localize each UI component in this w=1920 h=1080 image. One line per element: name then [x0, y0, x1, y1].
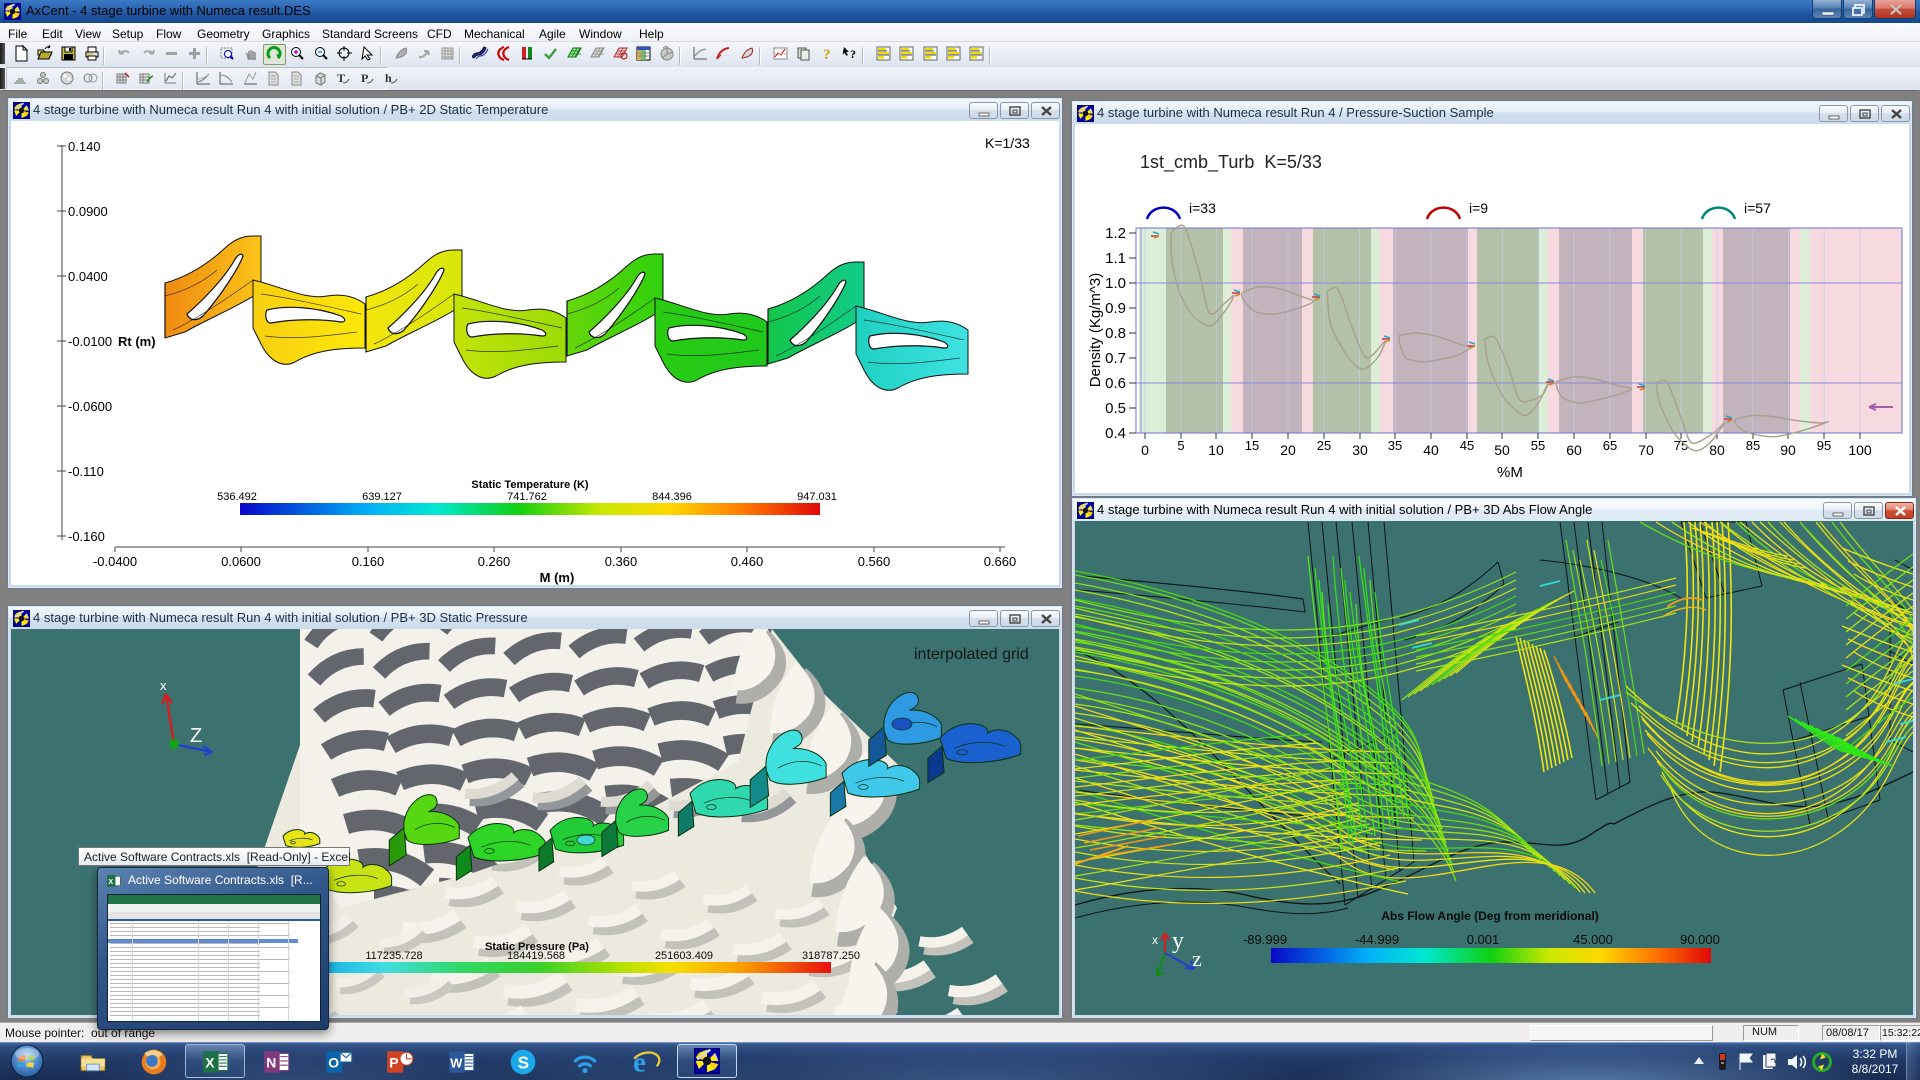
svg-text:%M: %M — [1497, 464, 1523, 481]
svg-text:35: 35 — [1388, 438, 1402, 453]
svg-text:844.396: 844.396 — [652, 491, 692, 503]
svg-text:M (m): M (m) — [540, 570, 575, 585]
svg-text:W: W — [450, 1055, 463, 1070]
svg-text:0.6: 0.6 — [1105, 375, 1126, 392]
svg-text:-0.0100: -0.0100 — [68, 334, 112, 349]
svg-text:y: y — [1172, 928, 1184, 954]
svg-text:95: 95 — [1817, 438, 1831, 453]
svg-text:-44.999: -44.999 — [1355, 932, 1399, 947]
svg-text:interpolated grid: interpolated grid — [914, 646, 1029, 663]
svg-text:0.140: 0.140 — [68, 139, 101, 154]
svg-text:0.360: 0.360 — [605, 554, 638, 569]
svg-text:251603.409: 251603.409 — [655, 950, 713, 962]
svg-text:N: N — [266, 1054, 276, 1070]
svg-text:741.762: 741.762 — [507, 491, 547, 503]
svg-text:25: 25 — [1317, 438, 1331, 453]
svg-text:5: 5 — [1177, 438, 1184, 453]
svg-text:Rt (m): Rt (m) — [118, 334, 156, 349]
svg-text:0.260: 0.260 — [478, 554, 511, 569]
svg-text:x: x — [160, 678, 167, 693]
svg-text:X: X — [108, 877, 113, 886]
svg-text:Static Temperature (K): Static Temperature (K) — [471, 479, 588, 491]
svg-text:Density (Kg/m^3): Density (Kg/m^3) — [1087, 273, 1104, 388]
svg-text:0.001: 0.001 — [1467, 932, 1500, 947]
svg-text:0.0600: 0.0600 — [221, 554, 261, 569]
svg-text:0.4: 0.4 — [1105, 425, 1126, 442]
svg-text:i=33: i=33 — [1189, 200, 1216, 216]
svg-text:1.0: 1.0 — [1105, 275, 1126, 292]
svg-text:0.5: 0.5 — [1105, 400, 1126, 417]
svg-text:i=9: i=9 — [1469, 200, 1488, 216]
svg-text:0.9: 0.9 — [1105, 300, 1126, 317]
svg-text:?: ? — [850, 47, 856, 61]
svg-text:40: 40 — [1423, 442, 1439, 458]
svg-text:-89.999: -89.999 — [1243, 932, 1287, 947]
svg-text:0.160: 0.160 — [352, 554, 385, 569]
svg-text:Abs Flow Angle (Deg from merid: Abs Flow Angle (Deg from meridional) — [1381, 909, 1599, 923]
svg-text:-0.110: -0.110 — [68, 464, 104, 479]
svg-text:x: x — [1152, 933, 1158, 947]
svg-text:0.0900: 0.0900 — [68, 204, 108, 219]
svg-text:P: P — [389, 1054, 398, 1070]
svg-text:20: 20 — [1280, 442, 1296, 458]
svg-text:1st_cmb_Turb K=5/33: 1st_cmb_Turb K=5/33 — [1140, 152, 1322, 173]
svg-text:80: 80 — [1709, 442, 1725, 458]
svg-text:184419.568: 184419.568 — [507, 950, 565, 962]
svg-text:-0.0400: -0.0400 — [93, 554, 137, 569]
svg-text:0.560: 0.560 — [858, 554, 891, 569]
svg-text:70: 70 — [1638, 442, 1654, 458]
svg-text:h: h — [385, 71, 392, 85]
svg-text:30: 30 — [1352, 442, 1368, 458]
svg-text:0.660: 0.660 — [984, 554, 1017, 569]
svg-text:639.127: 639.127 — [362, 491, 402, 503]
svg-text:90.000: 90.000 — [1680, 932, 1720, 947]
svg-text:536.492: 536.492 — [217, 491, 257, 503]
svg-text:947.031: 947.031 — [797, 491, 837, 503]
svg-text:45.000: 45.000 — [1573, 932, 1613, 947]
svg-text:90: 90 — [1780, 442, 1796, 458]
svg-text:0: 0 — [1141, 442, 1149, 458]
svg-text:45: 45 — [1460, 438, 1474, 453]
svg-text:S: S — [518, 1052, 529, 1072]
svg-text:318787.250: 318787.250 — [802, 950, 860, 962]
svg-text:-0.160: -0.160 — [68, 529, 105, 544]
svg-text:i=57: i=57 — [1744, 200, 1771, 216]
svg-text:Z: Z — [190, 725, 202, 747]
svg-text:X: X — [205, 1054, 215, 1070]
svg-text:0.460: 0.460 — [731, 554, 764, 569]
svg-text:-0.0600: -0.0600 — [68, 399, 112, 414]
svg-text:0.7: 0.7 — [1105, 350, 1126, 367]
svg-text:1.2: 1.2 — [1105, 225, 1126, 242]
svg-text:?: ? — [823, 47, 831, 62]
svg-text:85: 85 — [1746, 438, 1760, 453]
svg-text:0.0400: 0.0400 — [68, 269, 108, 284]
svg-text:K=1/33: K=1/33 — [985, 135, 1030, 151]
svg-text:50: 50 — [1494, 442, 1510, 458]
svg-text:100: 100 — [1848, 442, 1872, 458]
svg-text:1.1: 1.1 — [1105, 250, 1126, 267]
svg-text:O: O — [328, 1054, 339, 1070]
svg-text:65: 65 — [1603, 438, 1617, 453]
svg-text:10: 10 — [1208, 442, 1224, 458]
svg-text:0.8: 0.8 — [1105, 325, 1126, 342]
svg-text:117235.728: 117235.728 — [365, 950, 422, 962]
svg-text:z: z — [1192, 946, 1202, 971]
svg-text:e: e — [633, 1047, 646, 1077]
svg-text:55: 55 — [1531, 438, 1545, 453]
svg-text:15: 15 — [1245, 438, 1259, 453]
svg-text:60: 60 — [1566, 442, 1582, 458]
